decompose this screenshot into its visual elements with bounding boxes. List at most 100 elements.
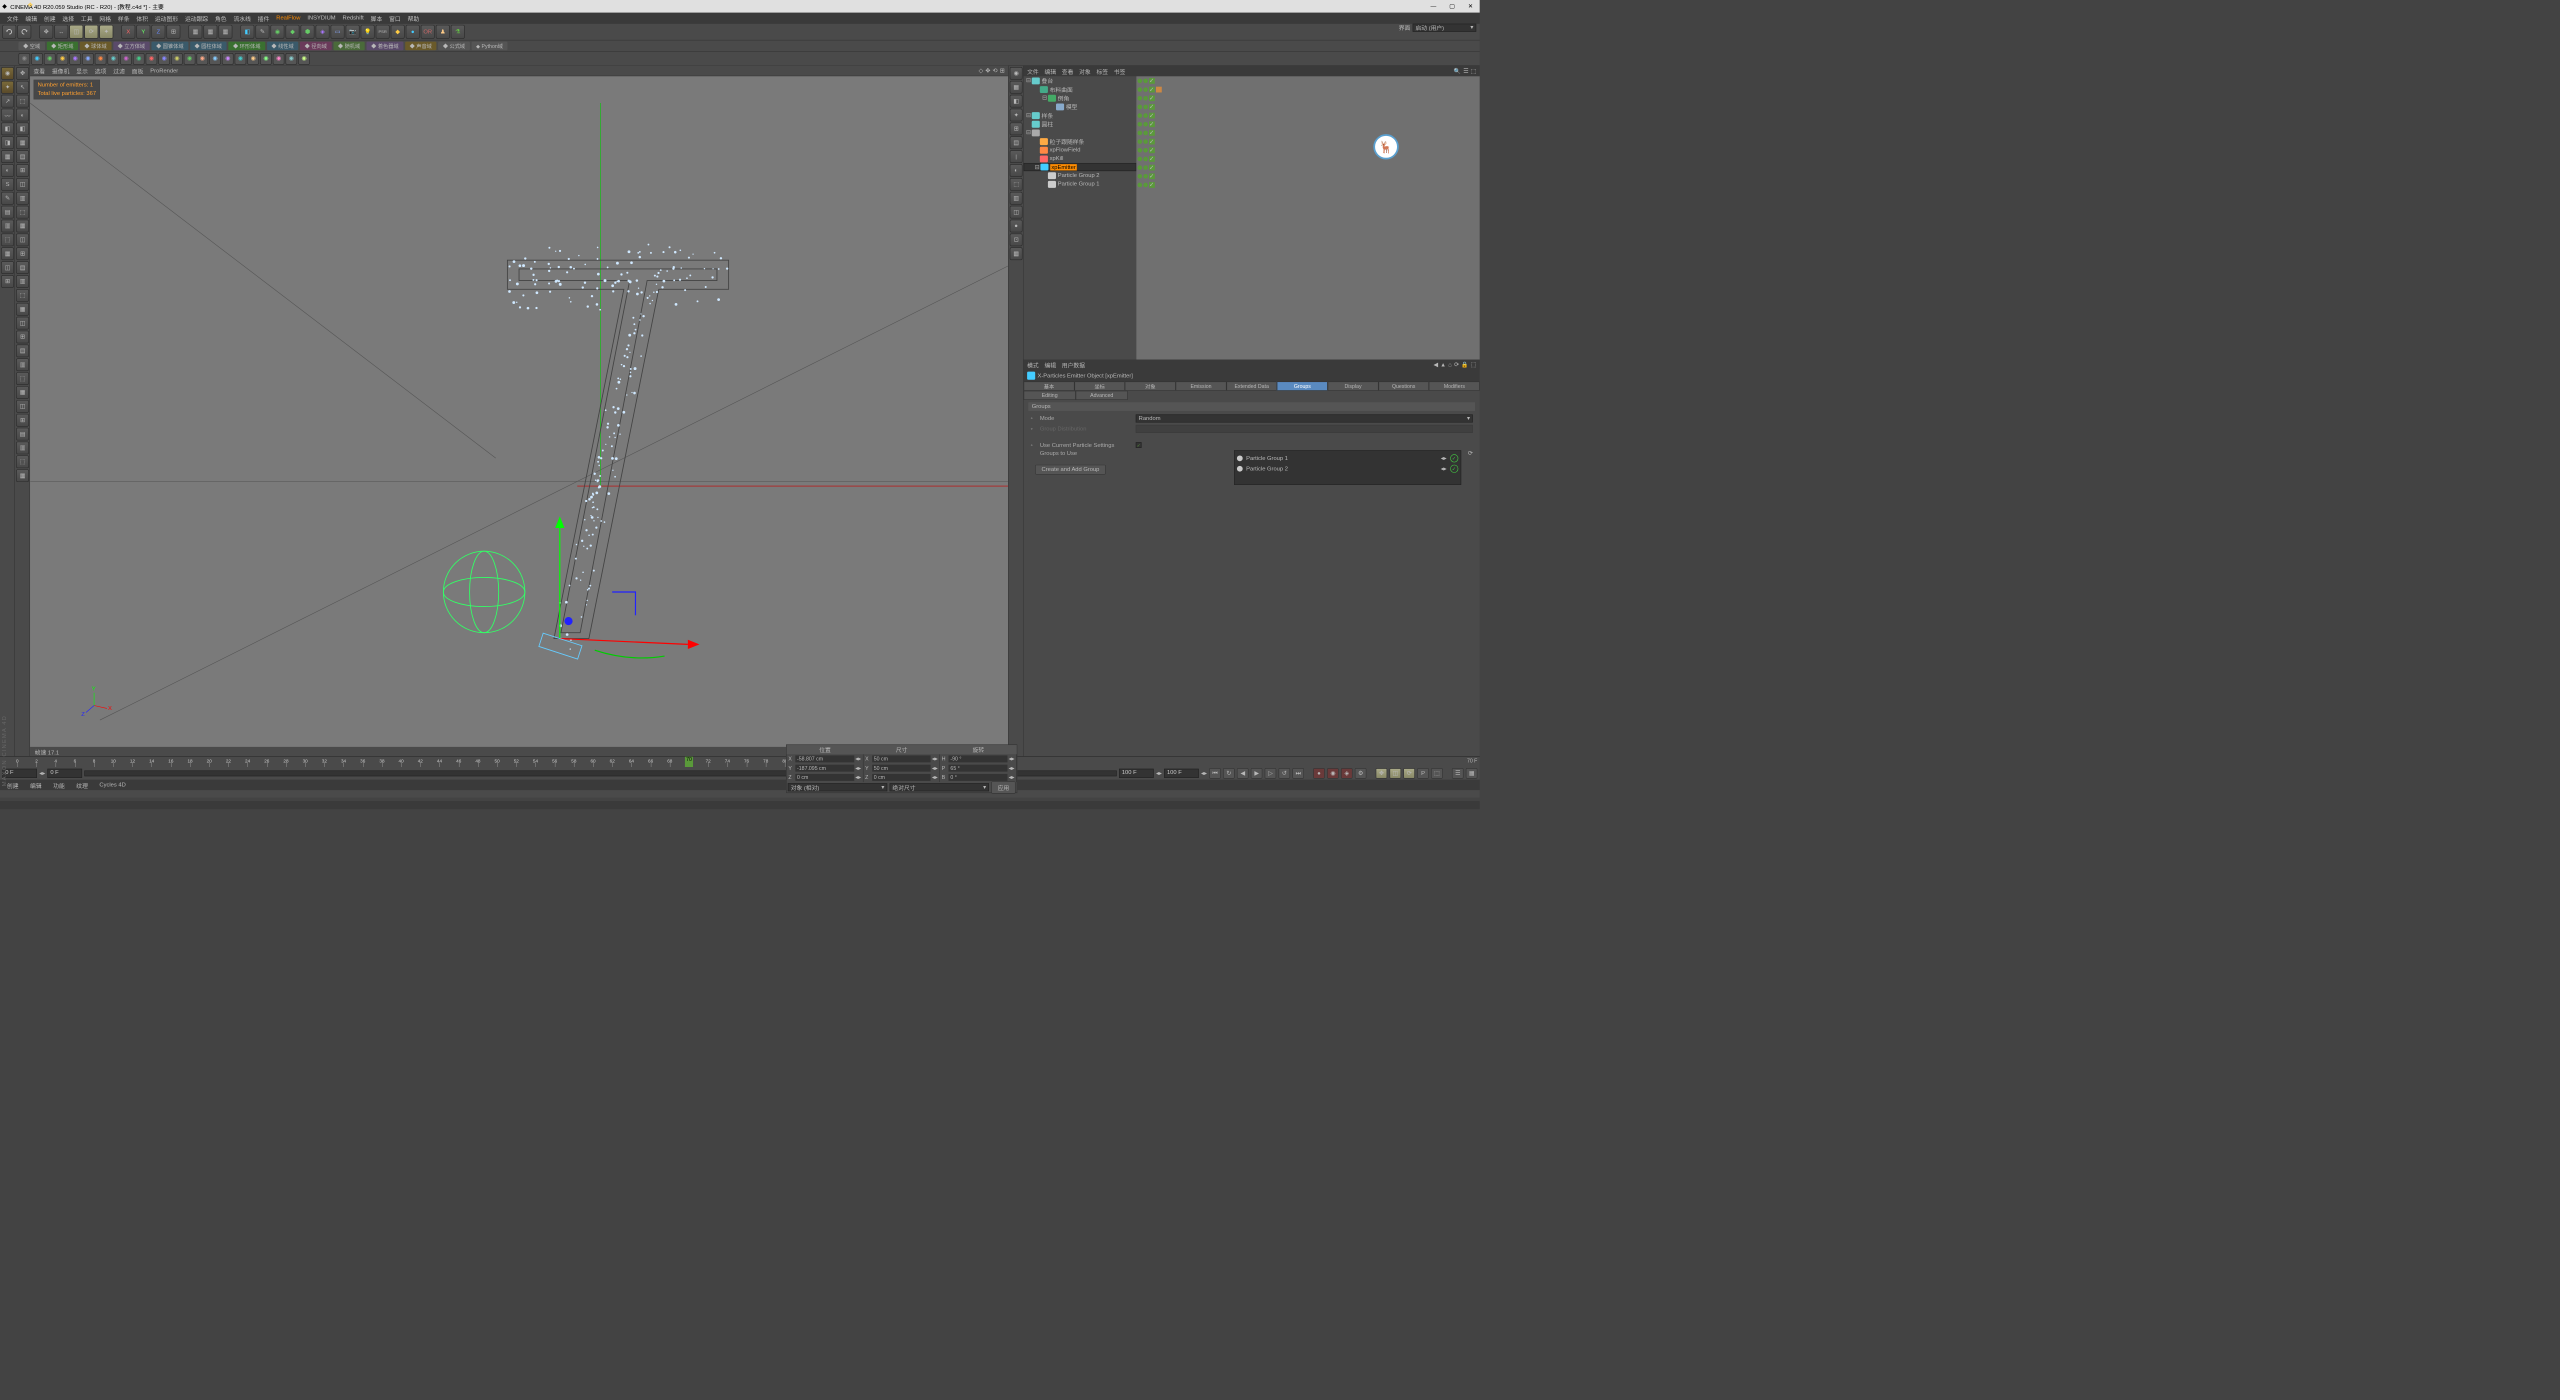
- tl-options-button[interactable]: ▦: [1466, 768, 1478, 778]
- attr-tab-display[interactable]: Display: [1328, 381, 1379, 390]
- usecur-radio[interactable]: ◦: [1031, 442, 1037, 448]
- obj-tags-0[interactable]: ✓: [1136, 76, 1479, 85]
- obj-row-8[interactable]: xpFlowField: [1024, 146, 1137, 155]
- material-tab-4[interactable]: Cycles 4D: [95, 782, 131, 788]
- step-back-button[interactable]: ◀: [1237, 768, 1249, 778]
- coord-apply-button[interactable]: 应用: [991, 781, 1015, 793]
- obj-menu-file[interactable]: 文件: [1027, 67, 1039, 76]
- attr-menu-mode[interactable]: 模式: [1027, 360, 1039, 369]
- ltool-7[interactable]: ◐: [1, 164, 14, 177]
- pos-Z[interactable]: 0 cm: [795, 774, 854, 781]
- menu-18[interactable]: 帮助: [404, 14, 422, 23]
- field-tag-4[interactable]: ◆ 圆锥体域: [151, 42, 188, 51]
- keyframe-button[interactable]: ◈: [1341, 768, 1353, 778]
- attr-tab-基本[interactable]: 基本: [1024, 381, 1075, 390]
- field-tag-5[interactable]: ◆ 圆柱体域: [190, 42, 227, 51]
- field-icon-9[interactable]: ◉: [133, 53, 145, 65]
- add-camera[interactable]: 📷: [346, 25, 360, 39]
- field-icon-5[interactable]: ◉: [82, 53, 94, 65]
- attr-lock-icon[interactable]: 🔒: [1461, 362, 1468, 368]
- menu-4[interactable]: 工具: [77, 14, 95, 23]
- tool-3[interactable]: OR: [421, 25, 435, 39]
- obj-row-0[interactable]: ⊟叠台: [1024, 76, 1137, 85]
- ltool2-27[interactable]: ▥: [16, 442, 29, 455]
- obj-row-9[interactable]: xpKill: [1024, 154, 1137, 163]
- field-tag-12[interactable]: ◆ 公式域: [438, 42, 470, 51]
- field-icon-15[interactable]: ◉: [209, 53, 221, 65]
- attr-tab-groups[interactable]: Groups: [1277, 381, 1328, 390]
- obj-filter-icon[interactable]: ☰: [1463, 68, 1468, 74]
- obj-row-7[interactable]: 粒子跟随样条: [1024, 137, 1137, 146]
- ltool2-6[interactable]: ▤: [16, 150, 29, 163]
- menu-16[interactable]: 脚本: [367, 14, 385, 23]
- obj-menu-tags[interactable]: 标签: [1096, 67, 1108, 76]
- material-tab-3[interactable]: 纹理: [72, 781, 93, 790]
- coord-size-mode-dropdown[interactable]: 绝对尺寸▾: [890, 783, 989, 791]
- vp-menu-view[interactable]: 查看: [34, 66, 46, 75]
- obj-tags-2[interactable]: ✓: [1136, 94, 1479, 103]
- field-icon-21[interactable]: ◉: [286, 53, 298, 65]
- attr-subtab-editing[interactable]: Editing: [1024, 391, 1076, 400]
- key-options-button[interactable]: ⚙: [1355, 768, 1367, 778]
- ltool2-22[interactable]: ⬚: [16, 372, 29, 385]
- size-Y[interactable]: 50 cm: [872, 765, 931, 772]
- obj-tags-9[interactable]: ✓: [1136, 154, 1479, 163]
- layout-dropdown[interactable]: 启动 (用户)▾: [1413, 23, 1477, 31]
- redo-button[interactable]: [17, 25, 31, 39]
- maximize-button[interactable]: ▢: [1447, 2, 1456, 11]
- obj-tags-3[interactable]: ✓: [1136, 102, 1479, 111]
- add-extrude[interactable]: ◆: [286, 25, 300, 39]
- size-X[interactable]: 50 cm: [872, 755, 931, 762]
- ltool2-1[interactable]: ↖: [16, 81, 29, 94]
- start-stepper[interactable]: ◂▸: [39, 770, 45, 776]
- menu-2[interactable]: 创建: [40, 14, 58, 23]
- vp-nav-3[interactable]: ⟲: [993, 68, 998, 74]
- tool-4[interactable]: ♟: [436, 25, 450, 39]
- ltool2-0[interactable]: ✥: [16, 67, 29, 80]
- vp-nav-2[interactable]: ✥: [985, 68, 990, 74]
- create-group-button[interactable]: Create and Add Group: [1035, 465, 1106, 475]
- render-settings[interactable]: ▦: [218, 25, 232, 39]
- obj-row-12[interactable]: Particle Group 1: [1024, 180, 1137, 189]
- ltool2-26[interactable]: ▤: [16, 428, 29, 441]
- mode-radio[interactable]: ◦: [1031, 415, 1037, 421]
- vp-menu-prorender[interactable]: ProRender: [150, 68, 178, 74]
- ltool-0[interactable]: ◉: [1, 67, 14, 80]
- rtool-7[interactable]: ◐: [1010, 164, 1023, 177]
- ltool-6[interactable]: ▦: [1, 150, 14, 163]
- field-tag-11[interactable]: ◆ 声音域: [405, 42, 437, 51]
- vp-menu-display[interactable]: 显示: [76, 66, 88, 75]
- field-tag-1[interactable]: ◆ 矩形域: [47, 42, 79, 51]
- menu-9[interactable]: 运动跟踪: [181, 14, 211, 23]
- ltool2-14[interactable]: ▤: [16, 261, 29, 274]
- field-icon-12[interactable]: ◉: [171, 53, 183, 65]
- ltool2-18[interactable]: ◫: [16, 317, 29, 330]
- add-cube[interactable]: ◧: [240, 25, 254, 39]
- autokey-button[interactable]: ◉: [1327, 768, 1339, 778]
- ltool2-2[interactable]: ⬚: [16, 95, 29, 108]
- obj-row-3[interactable]: 模型: [1024, 102, 1137, 111]
- ltool-14[interactable]: ◫: [1, 261, 14, 274]
- pos-X[interactable]: -58.807 cm: [795, 755, 854, 762]
- timeline-ruler[interactable]: 0246810121416182022242628303234363840424…: [0, 757, 1480, 767]
- menu-6[interactable]: 样条: [114, 14, 132, 23]
- current-frame-field[interactable]: 0 F: [47, 769, 82, 778]
- play-button[interactable]: ▶: [1251, 768, 1263, 778]
- rtool-4[interactable]: ⊞: [1010, 123, 1023, 136]
- field-icon-20[interactable]: ◉: [273, 53, 285, 65]
- group-item-0[interactable]: Particle Group 1◂▸✓: [1237, 453, 1458, 463]
- field-icon-16[interactable]: ◉: [222, 53, 234, 65]
- ltool2-5[interactable]: ▦: [16, 136, 29, 149]
- obj-row-6[interactable]: ⊟: [1024, 128, 1137, 137]
- ltool2-4[interactable]: ◧: [16, 123, 29, 136]
- obj-tags-8[interactable]: ✓: [1136, 146, 1479, 155]
- ltool-15[interactable]: ⊞: [1, 275, 14, 288]
- attr-tab-questions[interactable]: Questions: [1378, 381, 1429, 390]
- attr-tab-modifiers[interactable]: Modifiers: [1429, 381, 1480, 390]
- attr-up-icon[interactable]: ▲: [1440, 362, 1446, 368]
- tl-menu-button[interactable]: ☰: [1452, 768, 1464, 778]
- rtool-6[interactable]: |: [1010, 150, 1023, 163]
- menu-8[interactable]: 运动图形: [151, 14, 181, 23]
- render-region[interactable]: ▦: [203, 25, 217, 39]
- menu-1[interactable]: 编辑: [22, 14, 40, 23]
